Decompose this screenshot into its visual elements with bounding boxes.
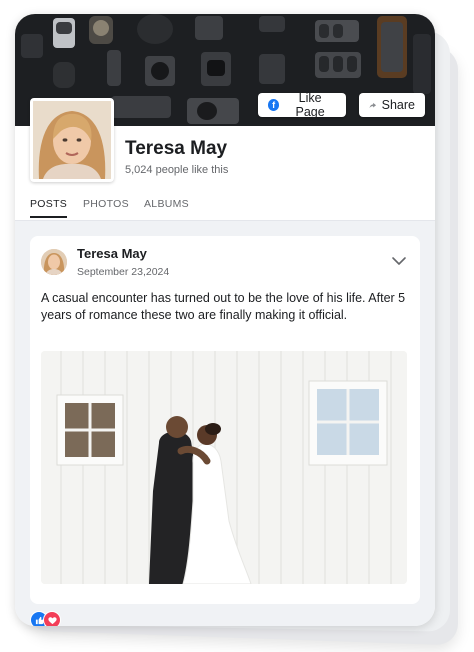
post-text: A casual encounter has turned out to be … (41, 291, 406, 322)
share-arrow-icon (369, 102, 377, 108)
share-button[interactable]: Share (359, 93, 425, 117)
post-reactions[interactable] (30, 611, 70, 626)
share-label: Share (381, 98, 415, 112)
profile-photo-image (33, 101, 111, 179)
like-page-label: Like Page (295, 91, 325, 119)
page-likes-count: 5,024 people like this (125, 164, 229, 176)
post-author-name[interactable]: Teresa May (77, 246, 147, 261)
facebook-icon: f (268, 99, 280, 111)
post-date[interactable]: September 23,2024 (77, 266, 169, 278)
tab-photos[interactable]: PHOTOS (83, 198, 129, 210)
page-name[interactable]: Teresa May (125, 138, 227, 160)
tab-albums[interactable]: ALBUMS (144, 198, 189, 210)
author-avatar-image (41, 249, 67, 275)
post-card: Teresa May September 23,2024 A casual en… (30, 236, 420, 604)
wedding-photo-image (41, 351, 407, 584)
page-tabs: POSTS PHOTOS ALBUMS (15, 192, 435, 221)
love-reaction-icon (43, 611, 61, 626)
tab-posts[interactable]: POSTS (30, 198, 68, 218)
page-profile-picture[interactable] (30, 98, 114, 182)
chevron-down-icon[interactable] (391, 255, 407, 267)
like-page-button[interactable]: f Like Page (258, 91, 346, 119)
post-author-avatar[interactable] (41, 249, 67, 275)
post-photo[interactable] (41, 351, 407, 584)
facebook-page-widget: f Like Page Share Teresa May 5,024 peopl… (15, 14, 435, 626)
